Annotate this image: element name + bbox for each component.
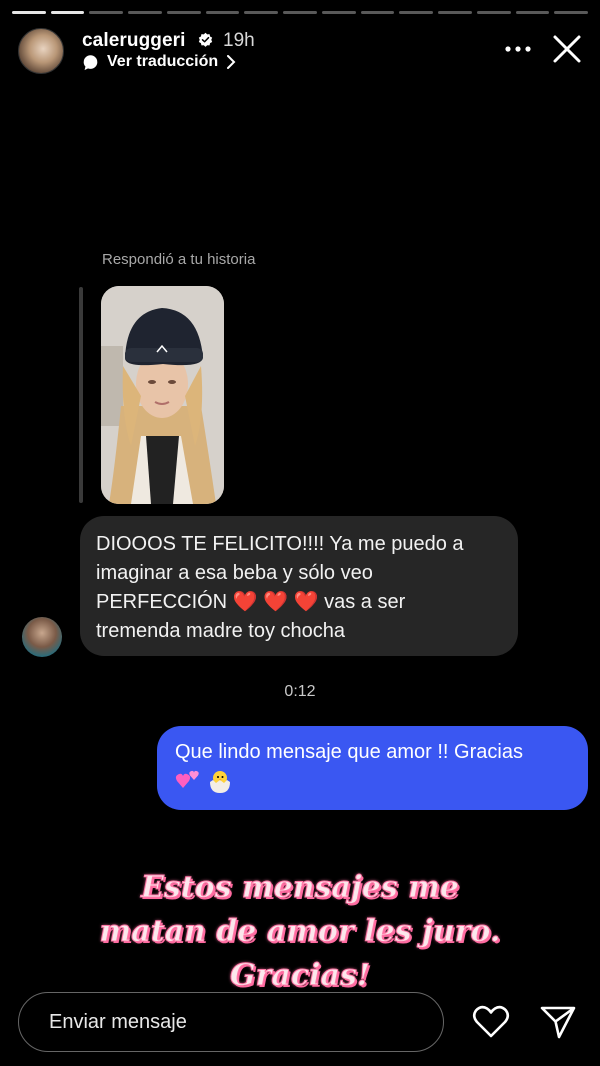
heart-emoji-icon: ❤️ bbox=[263, 591, 289, 613]
reply-footer bbox=[0, 990, 600, 1056]
progress-segment bbox=[283, 11, 317, 14]
speech-bubble-icon bbox=[83, 54, 98, 70]
progress-segment bbox=[166, 11, 201, 14]
incoming-line-1: DIOOOS TE FELICITO!!!! Ya me puedo a bbox=[96, 533, 464, 555]
progress-segment bbox=[321, 11, 356, 14]
progress-segment bbox=[399, 11, 434, 14]
close-icon bbox=[553, 35, 581, 63]
heart-emoji-icon: ❤️ bbox=[232, 591, 258, 613]
progress-segment bbox=[360, 11, 395, 14]
outgoing-message-text: Que lindo mensaje que amor !! Gracias bbox=[175, 738, 572, 794]
story-caption: Estos mensajes me matan de amor les juro… bbox=[40, 866, 560, 998]
profile-avatar[interactable] bbox=[18, 28, 64, 74]
like-button[interactable] bbox=[471, 1004, 511, 1040]
progress-segment bbox=[438, 11, 472, 14]
username[interactable]: caleruggeri bbox=[82, 30, 186, 52]
caption-line-1: Estos mensajes me bbox=[140, 870, 460, 906]
incoming-line-2: imaginar a esa beba y sólo veo bbox=[96, 562, 373, 584]
post-time: 19h bbox=[223, 30, 255, 51]
progress-segment bbox=[89, 11, 124, 14]
hatching-chick-emoji-icon bbox=[210, 771, 230, 793]
progress-segment bbox=[244, 11, 279, 14]
incoming-message-text: DIOOOS TE FELICITO!!!! Ya me puedo a ima… bbox=[96, 530, 502, 646]
outgoing-message-bubble[interactable]: Que lindo mensaje que amor !! Gracias bbox=[157, 726, 588, 810]
incoming-line-3: PERFECCIÓN ❤️ ❤️ ❤️ vas a ser bbox=[96, 588, 502, 617]
progress-segment bbox=[476, 11, 511, 14]
heart-icon bbox=[472, 1005, 510, 1038]
replied-story-thumbnail[interactable] bbox=[101, 286, 224, 504]
more-options-button[interactable] bbox=[498, 34, 538, 64]
two-hearts-emoji-icon bbox=[175, 770, 199, 788]
verified-badge-icon bbox=[198, 32, 213, 47]
message-timestamp: 0:12 bbox=[284, 683, 316, 700]
incoming-line-4: tremenda madre toy chocha bbox=[96, 620, 346, 642]
caption-line-2: matan de amor les juro. bbox=[99, 914, 501, 950]
heart-emoji-icon: ❤️ bbox=[293, 591, 319, 613]
incoming-line-3-suffix: vas a ser bbox=[324, 591, 406, 613]
send-button[interactable] bbox=[538, 1004, 578, 1040]
chevron-right-icon bbox=[227, 55, 236, 69]
story-header: caleruggeri 19h Ver traducción bbox=[18, 26, 582, 76]
quote-bar bbox=[79, 287, 83, 503]
paper-plane-icon bbox=[540, 1006, 576, 1039]
progress-segment bbox=[515, 11, 550, 14]
progress-segment bbox=[205, 11, 240, 14]
story-progress-bar bbox=[12, 11, 589, 14]
progress-segment bbox=[554, 11, 589, 14]
thumbnail-photo bbox=[101, 286, 224, 504]
caption-line-3: Gracias! bbox=[229, 958, 371, 994]
progress-segment bbox=[128, 11, 162, 14]
progress-segment bbox=[12, 11, 46, 14]
incoming-line-3-prefix: PERFECCIÓN bbox=[96, 591, 228, 613]
incoming-message-bubble[interactable]: DIOOOS TE FELICITO!!!! Ya me puedo a ima… bbox=[80, 516, 518, 656]
replied-to-story-label: Respondió a tu historia bbox=[102, 251, 256, 268]
close-button[interactable] bbox=[548, 30, 586, 68]
translate-label: Ver traducción bbox=[107, 53, 219, 70]
outgoing-emojis bbox=[175, 768, 572, 794]
more-dots-icon bbox=[505, 46, 531, 52]
sender-avatar[interactable] bbox=[22, 617, 62, 657]
outgoing-text: Que lindo mensaje que amor !! Gracias bbox=[175, 741, 523, 763]
translate-link[interactable]: Ver traducción bbox=[82, 53, 236, 71]
progress-segment bbox=[50, 11, 85, 14]
send-message-input[interactable] bbox=[18, 992, 444, 1052]
